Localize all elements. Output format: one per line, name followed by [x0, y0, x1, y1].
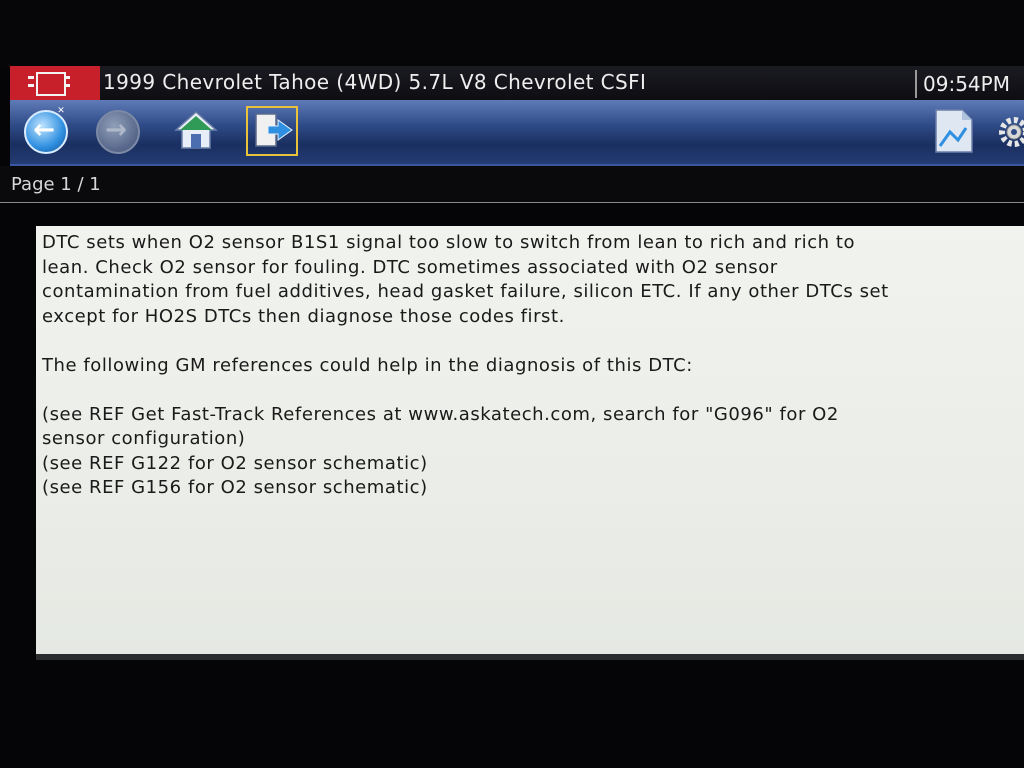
reference-line: (see REF G156 for O2 sensor schematic) — [42, 477, 428, 498]
back-button[interactable]: ← ✕ — [18, 106, 70, 156]
image-save-icon — [935, 109, 973, 153]
app-logo-icon — [10, 66, 100, 100]
reference-line: (see REF G122 for O2 sensor schematic) — [42, 452, 428, 474]
vehicle-title: 1999 Chevrolet Tahoe (4WD) 5.7L V8 Chevr… — [103, 70, 647, 94]
home-icon — [174, 110, 218, 149]
panel-shadow — [36, 654, 1024, 660]
text-line: except for HO2S DTCs then diagnose those… — [42, 305, 565, 327]
reference-line: (see REF Get Fast-Track References at ww… — [42, 403, 839, 425]
references-intro: The following GM references could help i… — [42, 354, 693, 376]
forward-button[interactable]: → — [90, 106, 142, 156]
text-line: contamination from fuel additives, head … — [42, 281, 889, 302]
dtc-description-panel[interactable]: DTC sets when O2 sensor B1S1 signal too … — [36, 226, 1024, 654]
settings-button[interactable] — [996, 114, 1024, 150]
toolbar: ← ✕ → — [10, 100, 1024, 166]
save-screenshot-button[interactable] — [928, 106, 980, 158]
text-line: lean. Check O2 sensor for fouling. DTC s… — [42, 256, 778, 278]
page-indicator: Page 1 / 1 — [11, 174, 101, 195]
home-button[interactable] — [170, 106, 222, 156]
page-bar: Page 1 / 1 — [0, 166, 1024, 203]
gear-icon — [999, 117, 1024, 147]
exit-door-icon — [255, 113, 293, 147]
close-icon: ✕ — [57, 106, 65, 116]
screen-bezel — [0, 0, 1024, 68]
exit-button[interactable] — [246, 106, 298, 156]
reference-line: sensor configuration) — [42, 428, 246, 449]
clock: 09:54PM — [915, 70, 1024, 98]
title-bar: 1999 Chevrolet Tahoe (4WD) 5.7L V8 Chevr… — [10, 66, 1024, 100]
text-line: DTC sets when O2 sensor B1S1 signal too … — [42, 232, 856, 253]
